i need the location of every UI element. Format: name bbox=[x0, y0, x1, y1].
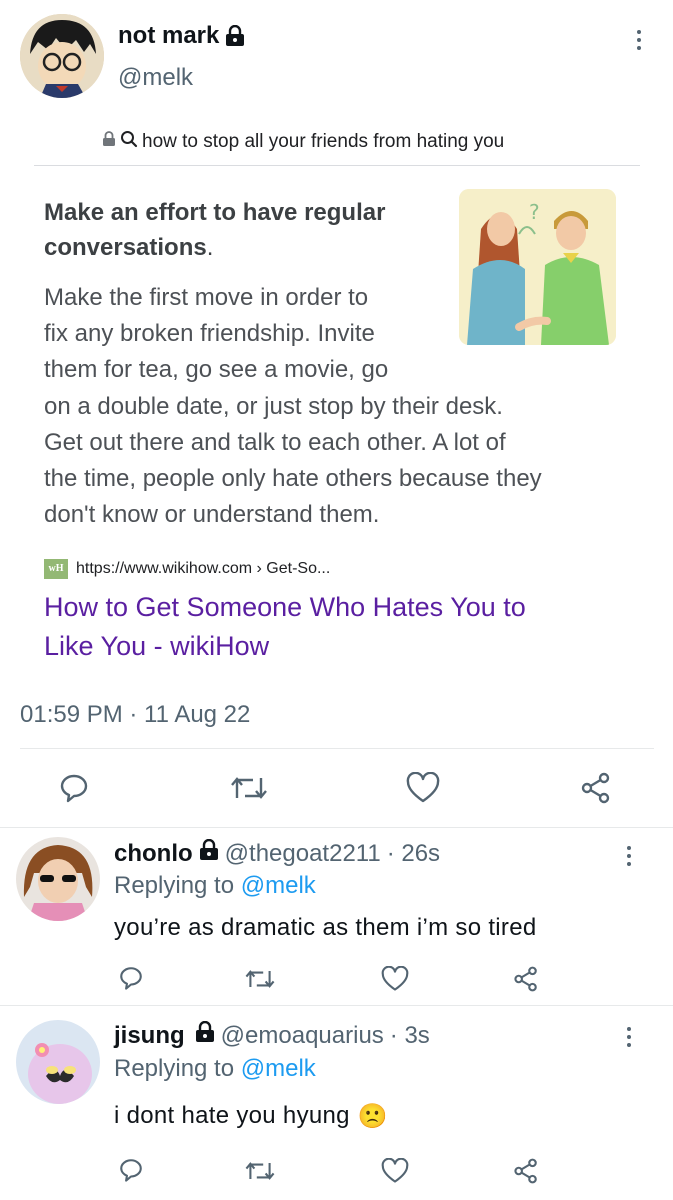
author-avatar[interactable] bbox=[20, 14, 104, 98]
reply-time: · 3s bbox=[389, 1021, 430, 1049]
reply-avatar[interactable] bbox=[16, 1020, 100, 1104]
magnifier-icon bbox=[120, 130, 138, 154]
snippet-line: Get out there and talk to each other. A … bbox=[44, 428, 506, 456]
wikihow-favicon: wH bbox=[44, 559, 68, 579]
reply-handle[interactable]: @emoaquarius bbox=[221, 1022, 384, 1050]
replying-label: Replying to bbox=[114, 1055, 235, 1082]
reply-divider bbox=[0, 1005, 673, 1006]
snippet-line: fix any broken friendship. Invite bbox=[44, 320, 375, 348]
small-lock-icon bbox=[102, 131, 116, 153]
replying-label: Replying to bbox=[114, 872, 235, 899]
reply-icon[interactable] bbox=[58, 772, 90, 804]
snippet-line: on a double date, or just stop by their … bbox=[44, 392, 503, 420]
reply-text: i dont hate you hyung 🙁 bbox=[114, 1102, 388, 1130]
author-display-name[interactable]: not mark bbox=[118, 22, 245, 50]
replying-to: Replying to @melk bbox=[114, 1055, 316, 1083]
reply-header: chonlo @thegoat2211 · 26s bbox=[114, 838, 441, 868]
snippet-heading-suffix: . bbox=[206, 234, 214, 261]
reply-display-name[interactable]: chonlo bbox=[114, 840, 193, 868]
svg-text:?: ? bbox=[529, 200, 540, 224]
retweet-icon[interactable] bbox=[229, 772, 269, 804]
display-name-text: not mark bbox=[118, 22, 220, 49]
search-divider bbox=[34, 165, 640, 166]
like-icon[interactable] bbox=[406, 772, 440, 804]
snippet-line: the time, people only hate others becaus… bbox=[44, 465, 542, 493]
snippet-line: Make the first move in order to bbox=[44, 284, 369, 311]
result-title[interactable]: How to Get Someone Who Hates You to Like… bbox=[44, 588, 644, 666]
lock-icon bbox=[195, 1020, 215, 1050]
like-icon[interactable] bbox=[381, 966, 409, 992]
reply-icon[interactable] bbox=[118, 965, 144, 991]
lock-icon bbox=[225, 25, 245, 47]
reply-icon[interactable] bbox=[118, 1157, 144, 1183]
snippet-heading: Make an effort to have regular conversat… bbox=[44, 195, 444, 265]
source-row: wH https://www.wikihow.com › Get-So... bbox=[44, 559, 330, 579]
replying-to-link[interactable]: @melk bbox=[241, 872, 316, 899]
actions-divider bbox=[0, 827, 673, 828]
search-query: how to stop all your friends from hating… bbox=[142, 131, 505, 152]
snippet-body: Make the first move in order to fix any … bbox=[44, 280, 644, 533]
result-title-line: Like You - wikiHow bbox=[44, 631, 270, 661]
more-options-icon[interactable] bbox=[624, 846, 634, 866]
replying-to: Replying to @melk bbox=[114, 872, 316, 900]
search-bar: how to stop all your friends from hating… bbox=[102, 130, 504, 154]
snippet-line: don't know or understand them. bbox=[44, 501, 380, 529]
author-handle[interactable]: @melk bbox=[118, 64, 193, 92]
result-title-line: How to Get Someone Who Hates You to bbox=[44, 592, 526, 622]
reply-time: · 26s bbox=[386, 839, 441, 867]
more-options-icon[interactable] bbox=[634, 30, 644, 50]
retweet-icon[interactable] bbox=[244, 1158, 276, 1184]
tweet-timestamp[interactable]: 01:59 PM · 11 Aug 22 bbox=[20, 701, 250, 729]
like-icon[interactable] bbox=[381, 1158, 409, 1184]
reply-header: jisung @emoaquarius · 3s bbox=[114, 1020, 430, 1050]
retweet-icon[interactable] bbox=[244, 966, 276, 992]
share-icon[interactable] bbox=[580, 772, 612, 804]
reply-text: you’re as dramatic as them i’m so tired bbox=[114, 914, 537, 941]
reply-avatar[interactable] bbox=[16, 837, 100, 921]
reply-handle[interactable]: @thegoat2211 bbox=[225, 840, 381, 868]
replying-to-link[interactable]: @melk bbox=[241, 1055, 316, 1082]
reply-text-content: i dont hate you hyung bbox=[114, 1102, 350, 1129]
more-options-icon[interactable] bbox=[624, 1027, 634, 1047]
lock-icon bbox=[199, 838, 219, 868]
share-icon[interactable] bbox=[513, 966, 539, 992]
timestamp-divider bbox=[20, 748, 654, 749]
snippet-heading-bold: Make an effort to have regular conversat… bbox=[44, 199, 386, 261]
share-icon[interactable] bbox=[513, 1158, 539, 1184]
frown-emoji: 🙁 bbox=[357, 1102, 388, 1130]
source-url: https://www.wikihow.com › Get-So... bbox=[76, 560, 331, 577]
reply-display-name[interactable]: jisung bbox=[114, 1022, 185, 1050]
snippet-line: them for tea, go see a movie, go bbox=[44, 356, 389, 384]
